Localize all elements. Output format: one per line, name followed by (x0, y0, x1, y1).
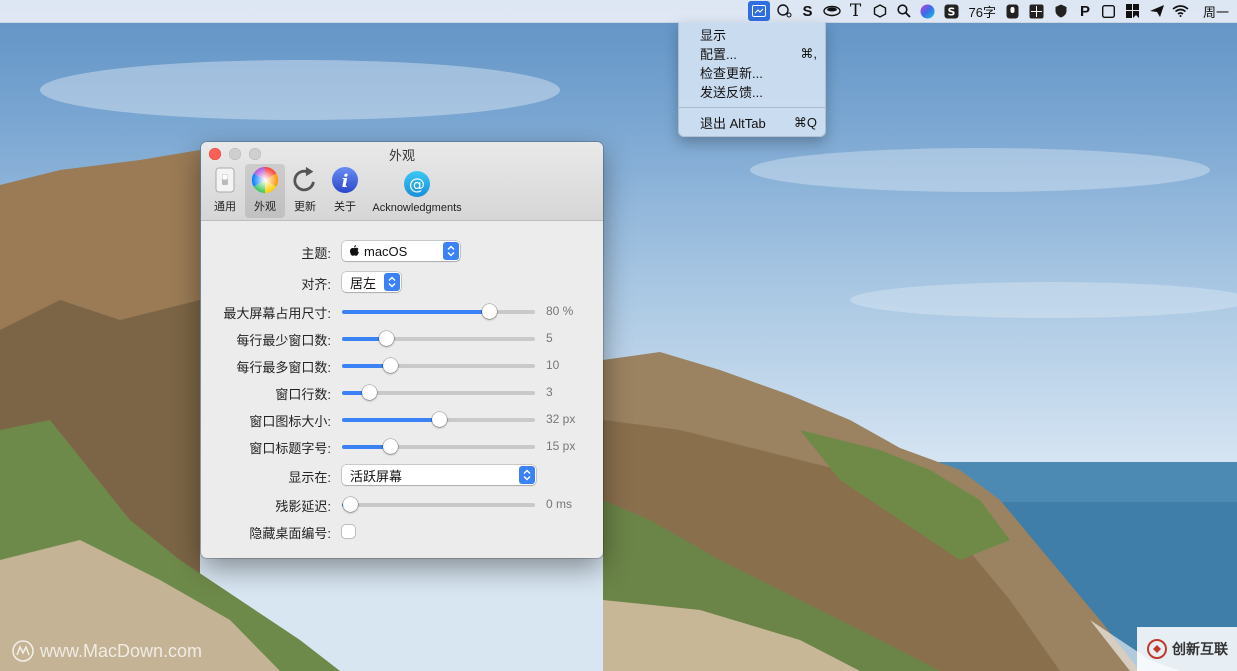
slider-thumb[interactable] (342, 497, 358, 512)
microphone-icon[interactable] (1001, 0, 1025, 22)
svg-text:S: S (948, 5, 956, 18)
title-font-value: 15 px (546, 439, 576, 453)
menu-item-show[interactable]: 显示 (679, 25, 825, 44)
grid-icon[interactable] (1025, 0, 1049, 22)
max-screen-label: 最大屏幕占用尺寸: (223, 306, 331, 321)
menu-item-preferences[interactable]: 配置... ⌘, (679, 44, 825, 63)
theme-label: 主题: (301, 246, 331, 261)
hide-space-checkbox[interactable] (342, 525, 355, 538)
hexagon-icon[interactable] (868, 0, 892, 22)
show-on-value: 活跃屏幕 (350, 468, 403, 484)
chevron-updown-icon (519, 466, 535, 484)
shortcut-preferences: ⌘, (800, 45, 817, 61)
svg-text:i: i (342, 171, 349, 192)
align-select[interactable]: 居左 (342, 272, 401, 292)
search-icon[interactable] (892, 0, 916, 22)
chevron-updown-icon (443, 242, 459, 260)
delay-slider[interactable] (342, 497, 535, 512)
tab-general[interactable]: 通用 (207, 164, 243, 218)
min-per-row-slider[interactable] (342, 331, 535, 346)
max-per-row-label: 每行最多窗口数: (236, 360, 331, 375)
s-box-icon[interactable]: S (940, 0, 964, 22)
menubar-clock[interactable]: 周一 (1193, 2, 1237, 21)
switch-icon (211, 166, 239, 194)
icon-size-slider[interactable] (342, 412, 535, 427)
shortcut-quit: ⌘Q (793, 114, 817, 130)
alttab-menu-icon[interactable] (747, 1, 770, 21)
tab-about[interactable]: i 关于 (327, 164, 363, 218)
rows-value: 3 (546, 385, 553, 399)
icon-size-label: 窗口图标大小: (249, 414, 331, 429)
watermark-macdown: www.MacDown.com (12, 640, 202, 662)
slider-thumb[interactable] (383, 439, 399, 454)
watermark-chuangxin: 创新互联 (1137, 627, 1237, 671)
window-title: 外观 (388, 148, 415, 163)
delay-label: 残影延迟: (275, 499, 331, 514)
tab-appearance[interactable]: 外观 (245, 164, 285, 218)
min-per-row-label: 每行最少窗口数: (236, 333, 331, 348)
max-screen-slider[interactable] (342, 304, 535, 319)
max-per-row-slider[interactable] (342, 358, 535, 373)
window-toolbar: 外观 通用 外观 更新 i 关于 @ Acknowledgments (201, 142, 603, 221)
menu-separator (679, 107, 825, 108)
menu-item-check-updates[interactable]: 检查更新... (679, 63, 825, 82)
rows-label: 窗口行数: (275, 387, 331, 402)
max-per-row-value: 10 (546, 358, 560, 372)
title-font-slider[interactable] (342, 439, 535, 454)
chat-icon[interactable] (772, 0, 796, 22)
show-on-label: 显示在: (288, 470, 331, 485)
alttab-dropdown-menu: 显示 配置... ⌘, 检查更新... 发送反馈... 退出 AltTab ⌘Q (678, 22, 826, 137)
svg-text:@: @ (409, 175, 425, 194)
siri-icon[interactable] (916, 0, 940, 22)
tab-acknowledgments[interactable]: @ Acknowledgments (367, 164, 467, 218)
menu-bar: S T S 76字 P 周一 (0, 0, 1237, 23)
max-screen-value: 80 % (546, 304, 574, 318)
preferences-window: 外观 通用 外观 更新 i 关于 @ Acknowledgments 主题: m… (201, 142, 603, 558)
desktop-wallpaper (0, 0, 1237, 671)
rows-slider[interactable] (342, 385, 535, 400)
square-icon[interactable] (1097, 0, 1121, 22)
align-value: 居左 (350, 275, 377, 291)
input-method-label[interactable]: 76字 (964, 2, 1001, 21)
appearance-settings: 主题: macOS 对齐: 居左 最大屏幕占用尺寸: 80 % 每行最少窗口数: (201, 221, 603, 558)
color-wheel-icon (251, 166, 279, 194)
min-per-row-value: 5 (546, 331, 553, 345)
watermark-brand-icon (1147, 639, 1167, 659)
title-font-label: 窗口标题字号: (249, 441, 331, 456)
slider-thumb[interactable] (481, 304, 497, 319)
menu-item-quit[interactable]: 退出 AltTab ⌘Q (679, 113, 825, 132)
theme-select[interactable]: macOS (342, 241, 460, 261)
theme-value: macOS (364, 243, 408, 259)
tab-updates[interactable]: 更新 (287, 164, 323, 218)
status-icons: S T S 76字 P 周一 (746, 0, 1237, 22)
send-icon[interactable] (1145, 0, 1169, 22)
apple-logo-icon (350, 244, 359, 259)
menu-item-send-feedback[interactable]: 发送反馈... (679, 82, 825, 101)
info-icon: i (331, 166, 359, 194)
slider-thumb[interactable] (431, 412, 447, 427)
wifi-icon[interactable] (1169, 0, 1193, 22)
show-on-select[interactable]: 活跃屏幕 (342, 465, 536, 485)
bookmark-icon[interactable] (1121, 0, 1145, 22)
slider-thumb[interactable] (362, 385, 378, 400)
delay-value: 0 ms (546, 497, 573, 511)
chevron-updown-icon (384, 273, 400, 291)
slider-thumb[interactable] (383, 358, 399, 373)
p-app-icon[interactable]: P (1073, 0, 1097, 22)
refresh-icon (291, 166, 319, 194)
icon-size-value: 32 px (546, 412, 576, 426)
hide-space-label: 隐藏桌面编号: (249, 526, 331, 541)
coffee-cup-icon[interactable] (820, 0, 844, 22)
s-app-icon[interactable]: S (796, 0, 820, 22)
slider-thumb[interactable] (379, 331, 395, 346)
watermark-logo-icon (12, 640, 34, 662)
at-sign-icon: @ (403, 170, 431, 198)
text-t-icon[interactable]: T (844, 0, 868, 22)
shield-icon[interactable] (1049, 0, 1073, 22)
align-label: 对齐: (301, 277, 331, 292)
